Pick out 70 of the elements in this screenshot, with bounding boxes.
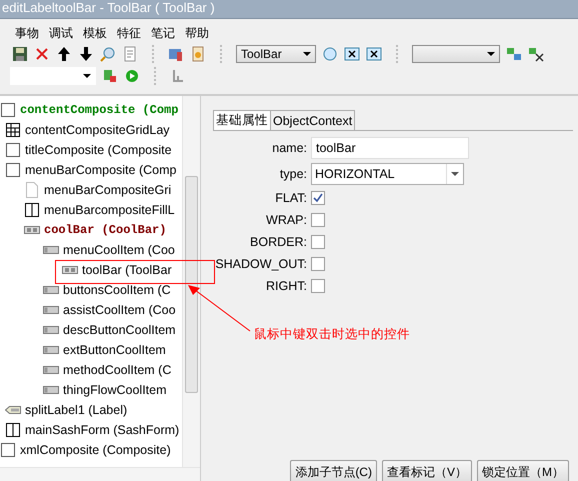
annotation-arrow: [187, 284, 251, 332]
tree-item[interactable]: extButtonCoolItem: [63, 343, 166, 357]
field-label: BORDER:: [249, 235, 307, 249]
checkbox[interactable]: [311, 257, 325, 271]
type-select[interactable]: HORIZONTAL: [311, 163, 464, 185]
tree-item[interactable]: contentCompositeGridLay: [25, 123, 170, 137]
page-icon: [24, 182, 40, 198]
annotation-text: 鼠标中键双击时选中的控件: [254, 326, 410, 343]
name-input[interactable]: toolBar: [311, 137, 469, 159]
tree-item[interactable]: mainSashForm (SashForm): [25, 423, 180, 437]
remove-icon[interactable]: [344, 46, 360, 62]
checkbox[interactable]: [311, 191, 325, 205]
tree-item[interactable]: menuCoolItem (Coo: [63, 243, 175, 257]
caret-icon: [451, 172, 459, 176]
up-arrow-icon[interactable]: [56, 46, 72, 62]
tree-item[interactable]: splitLabel1 (Label): [25, 403, 128, 417]
tree-item[interactable]: buttonsCoolItem (C: [63, 283, 171, 297]
field-label: WRAP:: [265, 213, 307, 227]
tab[interactable]: ObjectContext: [270, 110, 356, 130]
dropdown[interactable]: [412, 45, 500, 63]
tree-item[interactable]: thingFlowCoolItem: [63, 383, 167, 397]
grid-icon: [5, 122, 21, 138]
tree-item[interactable]: xmlComposite (Composite): [20, 443, 171, 457]
tab[interactable]: 基础属性: [213, 110, 271, 130]
checkbox[interactable]: [311, 213, 325, 227]
vertical-scrollbar[interactable]: [182, 96, 200, 468]
menu-item[interactable]: 事物: [14, 25, 40, 43]
menu-item[interactable]: 笔记: [150, 25, 176, 43]
dropdown-field[interactable]: [10, 67, 96, 85]
tree-item[interactable]: menuBarcompositeFillL: [44, 203, 175, 217]
field-label: type:: [278, 167, 307, 181]
tree-item[interactable]: contentComposite (Comp: [20, 103, 178, 117]
checkbox[interactable]: [311, 235, 325, 249]
field-label: FLAT:: [274, 191, 307, 205]
caret-icon: [487, 52, 495, 56]
action-button[interactable]: 锁定位置（M）: [477, 460, 569, 481]
checkbox[interactable]: [311, 279, 325, 293]
tree-item[interactable]: titleComposite (Composite: [25, 143, 172, 157]
play-icon[interactable]: [124, 68, 140, 84]
tree-item[interactable]: coolBar (CoolBar): [44, 223, 166, 237]
caret-icon: [303, 52, 311, 56]
field-label: name:: [271, 141, 307, 155]
tree-item[interactable]: menuBarCompositeGri: [44, 183, 172, 197]
square-icon: [5, 142, 21, 158]
action-button[interactable]: 添加子节点(C): [290, 460, 377, 481]
columns-icon: [24, 202, 40, 218]
action-button[interactable]: 查看标记（V）: [382, 460, 472, 481]
tree-item[interactable]: methodCoolItem (C: [63, 363, 172, 377]
tree-item[interactable]: assistCoolItem (Coo: [63, 303, 176, 317]
tree-item[interactable]: toolBar (ToolBar: [82, 263, 172, 277]
menu-item[interactable]: 帮助: [184, 25, 210, 43]
menu-item[interactable]: 特征: [116, 25, 142, 43]
square-icon: [5, 162, 21, 178]
menu-item[interactable]: 模板: [82, 25, 108, 43]
field-label: RIGHT:: [265, 279, 307, 293]
magnifier-icon[interactable]: [100, 46, 116, 62]
down-arrow-icon[interactable]: [78, 46, 94, 62]
horizontal-scrollbar[interactable]: [0, 467, 200, 481]
type-combo[interactable]: ToolBar: [236, 45, 316, 63]
tree-item[interactable]: descButtonCoolItem: [63, 323, 176, 337]
tree-item[interactable]: menuBarComposite (Comp: [25, 163, 176, 177]
document-icon[interactable]: [122, 46, 138, 62]
menu-item[interactable]: 调试: [48, 25, 74, 43]
window-title: editLabeltoolBar - ToolBar ( ToolBar ): [0, 0, 578, 19]
save-icon[interactable]: [12, 46, 28, 62]
remove-icon[interactable]: [366, 46, 382, 62]
field-label: SHADOW_OUT:: [214, 257, 307, 271]
caret-icon: [83, 74, 91, 78]
delete-icon[interactable]: [34, 46, 50, 62]
columns-icon: [5, 422, 21, 438]
